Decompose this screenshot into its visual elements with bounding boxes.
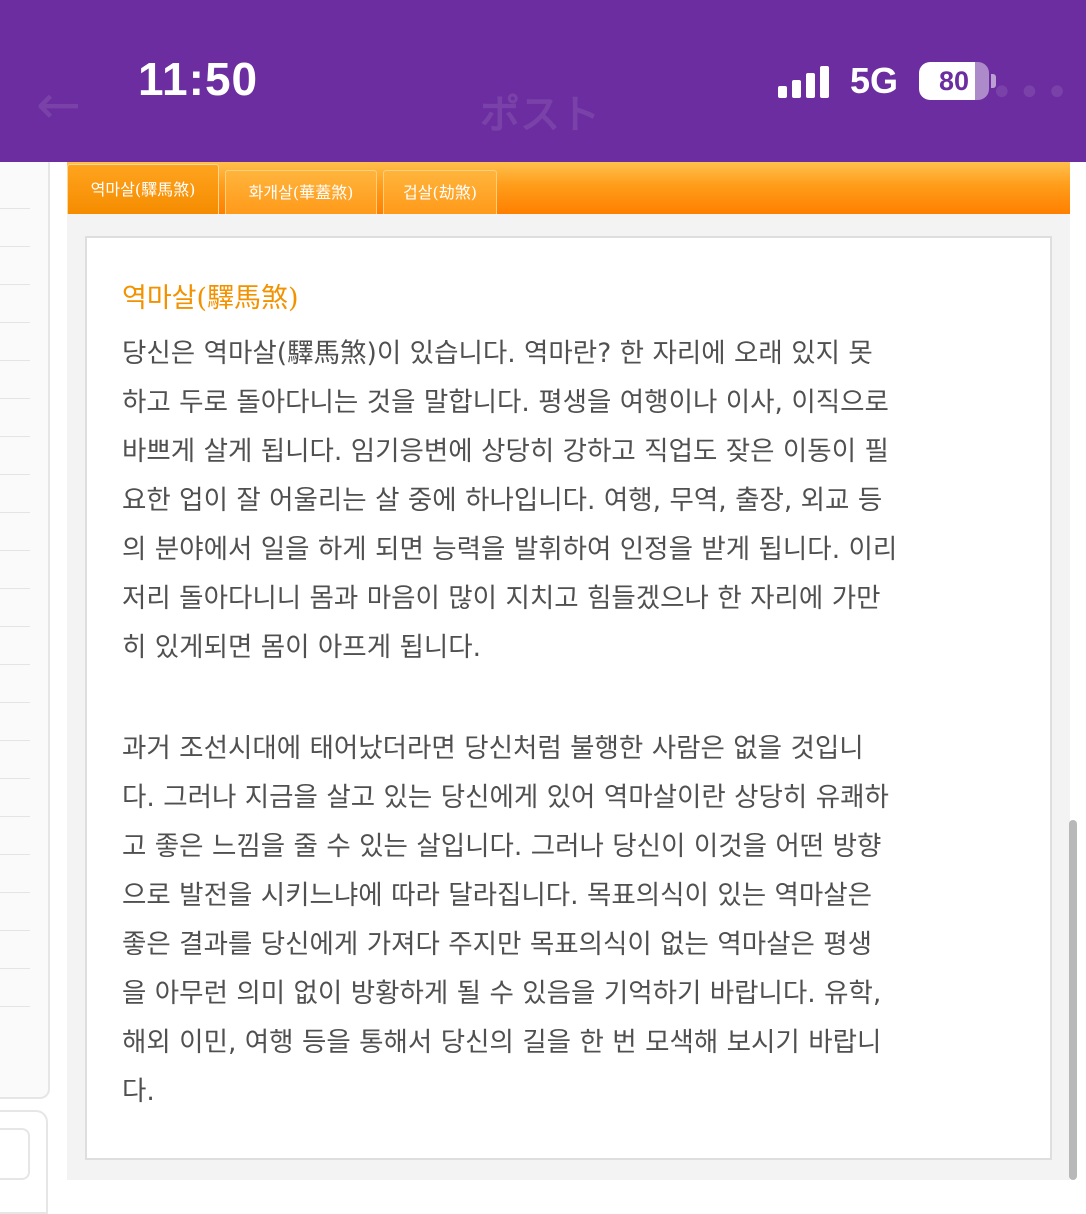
paragraph-line: 당신은 역마살(驛馬煞)이 있습니다. 역마란? 한 자리에 오래 있지 못 xyxy=(122,338,873,369)
left-panel-divider xyxy=(0,626,30,627)
paragraph-line: 요한 업이 잘 어울리는 살 중에 하나입니다. 여행, 무역, 출장, 외교 … xyxy=(122,485,883,516)
status-bar: ← ポスト ••• 11:50 5G 80 xyxy=(0,0,1086,162)
paragraph-line: 저리 돌아다니니 몸과 마음이 많이 지치고 힘들겠으나 한 자리에 가만 xyxy=(122,583,881,614)
paragraph-line: 의 분야에서 일을 하게 되면 능력을 발휘하여 인정을 받게 됩니다. 이리 xyxy=(122,534,898,565)
left-panel-divider xyxy=(0,854,30,855)
tab-hwagaesal[interactable]: 화개살(華蓋煞) xyxy=(225,170,377,214)
paragraph-line: 을 아무런 의미 없이 방황하게 될 수 있음을 기억하기 바랍니다. 유학, xyxy=(122,978,882,1009)
paragraph-line: 다. xyxy=(122,1076,155,1107)
paragraph-line: 해외 이민, 여행 등을 통해서 당신의 길을 한 번 모색해 보시기 바랍니 xyxy=(122,1027,882,1058)
paragraph-line: 히 있게되면 몸이 아프게 됩니다. xyxy=(122,632,482,663)
left-panel-divider xyxy=(0,1006,30,1007)
nav-title: ポスト xyxy=(480,92,600,138)
article-title: 역마살(驛馬煞) xyxy=(122,283,299,314)
left-side-panel xyxy=(0,162,50,1099)
left-panel-divider xyxy=(0,816,30,817)
left-panel-divider xyxy=(0,778,30,779)
paragraph-line: 과거 조선시대에 태어났더라면 당신처럼 불행한 사람은 없을 것입니 xyxy=(122,733,864,764)
page-scrollbar[interactable] xyxy=(1069,820,1077,1180)
left-panel-divider xyxy=(0,892,30,893)
status-time: 11:50 xyxy=(138,53,259,105)
left-panel-divider xyxy=(0,968,30,969)
tab-strip: 역마살(驛馬煞) 화개살(華蓋煞) 겁살(劫煞) xyxy=(67,162,1070,214)
cellular-signal-icon xyxy=(778,66,832,98)
battery-icon: 80 xyxy=(919,62,989,100)
network-type-label: 5G xyxy=(850,60,899,101)
left-panel-divider xyxy=(0,588,30,589)
left-panel-divider xyxy=(0,436,30,437)
left-panel-divider xyxy=(0,512,30,513)
left-bottom-button[interactable] xyxy=(0,1128,30,1180)
paragraph-line: 다. 그러나 지금을 살고 있는 당신에게 있어 역마살이란 상당히 유쾌하 xyxy=(122,782,889,813)
paragraph-line: 하고 두로 돌아다니는 것을 말합니다. 평생을 여행이나 이사, 이직으로 xyxy=(122,387,889,418)
left-panel-divider xyxy=(0,398,30,399)
left-panel-divider xyxy=(0,246,30,247)
left-panel-divider xyxy=(0,550,30,551)
battery-percent-label: 80 xyxy=(938,66,970,96)
left-panel-divider xyxy=(0,208,30,209)
left-panel-divider xyxy=(0,664,30,665)
battery-tip xyxy=(991,74,996,88)
more-dots-icon: ••• xyxy=(990,70,1073,116)
article-paragraph-1: 당신은 역마살(驛馬煞)이 있습니다. 역마란? 한 자리에 오래 있지 못 하… xyxy=(122,329,1022,672)
article-paragraph-2: 과거 조선시대에 태어났더라면 당신처럼 불행한 사람은 없을 것입니 다. 그… xyxy=(122,724,1022,1116)
paragraph-line: 으로 발전을 시키느냐에 따라 달라집니다. 목표의식이 있는 역마살은 xyxy=(122,880,873,911)
left-panel-divider xyxy=(0,702,30,703)
paragraph-line: 좋은 결과를 당신에게 가져다 주지만 목표의식이 없는 역마살은 평생 xyxy=(122,929,873,960)
left-panel-divider xyxy=(0,740,30,741)
left-panel-divider xyxy=(0,284,30,285)
left-panel-divider xyxy=(0,474,30,475)
left-panel-divider xyxy=(0,930,30,931)
left-panel-divider xyxy=(0,322,30,323)
paragraph-line: 고 좋은 느낌을 줄 수 있는 살입니다. 그러나 당신이 이것을 어떤 방향 xyxy=(122,831,882,862)
tab-geopsal[interactable]: 겁살(劫煞) xyxy=(383,170,497,214)
tab-yeokmasal[interactable]: 역마살(驛馬煞) xyxy=(67,164,219,214)
left-panel-divider xyxy=(0,360,30,361)
arrow-left-icon: ← xyxy=(36,73,82,136)
paragraph-line: 바쁘게 살게 됩니다. 임기응변에 상당히 강하고 직업도 잦은 이동이 필 xyxy=(122,436,889,467)
